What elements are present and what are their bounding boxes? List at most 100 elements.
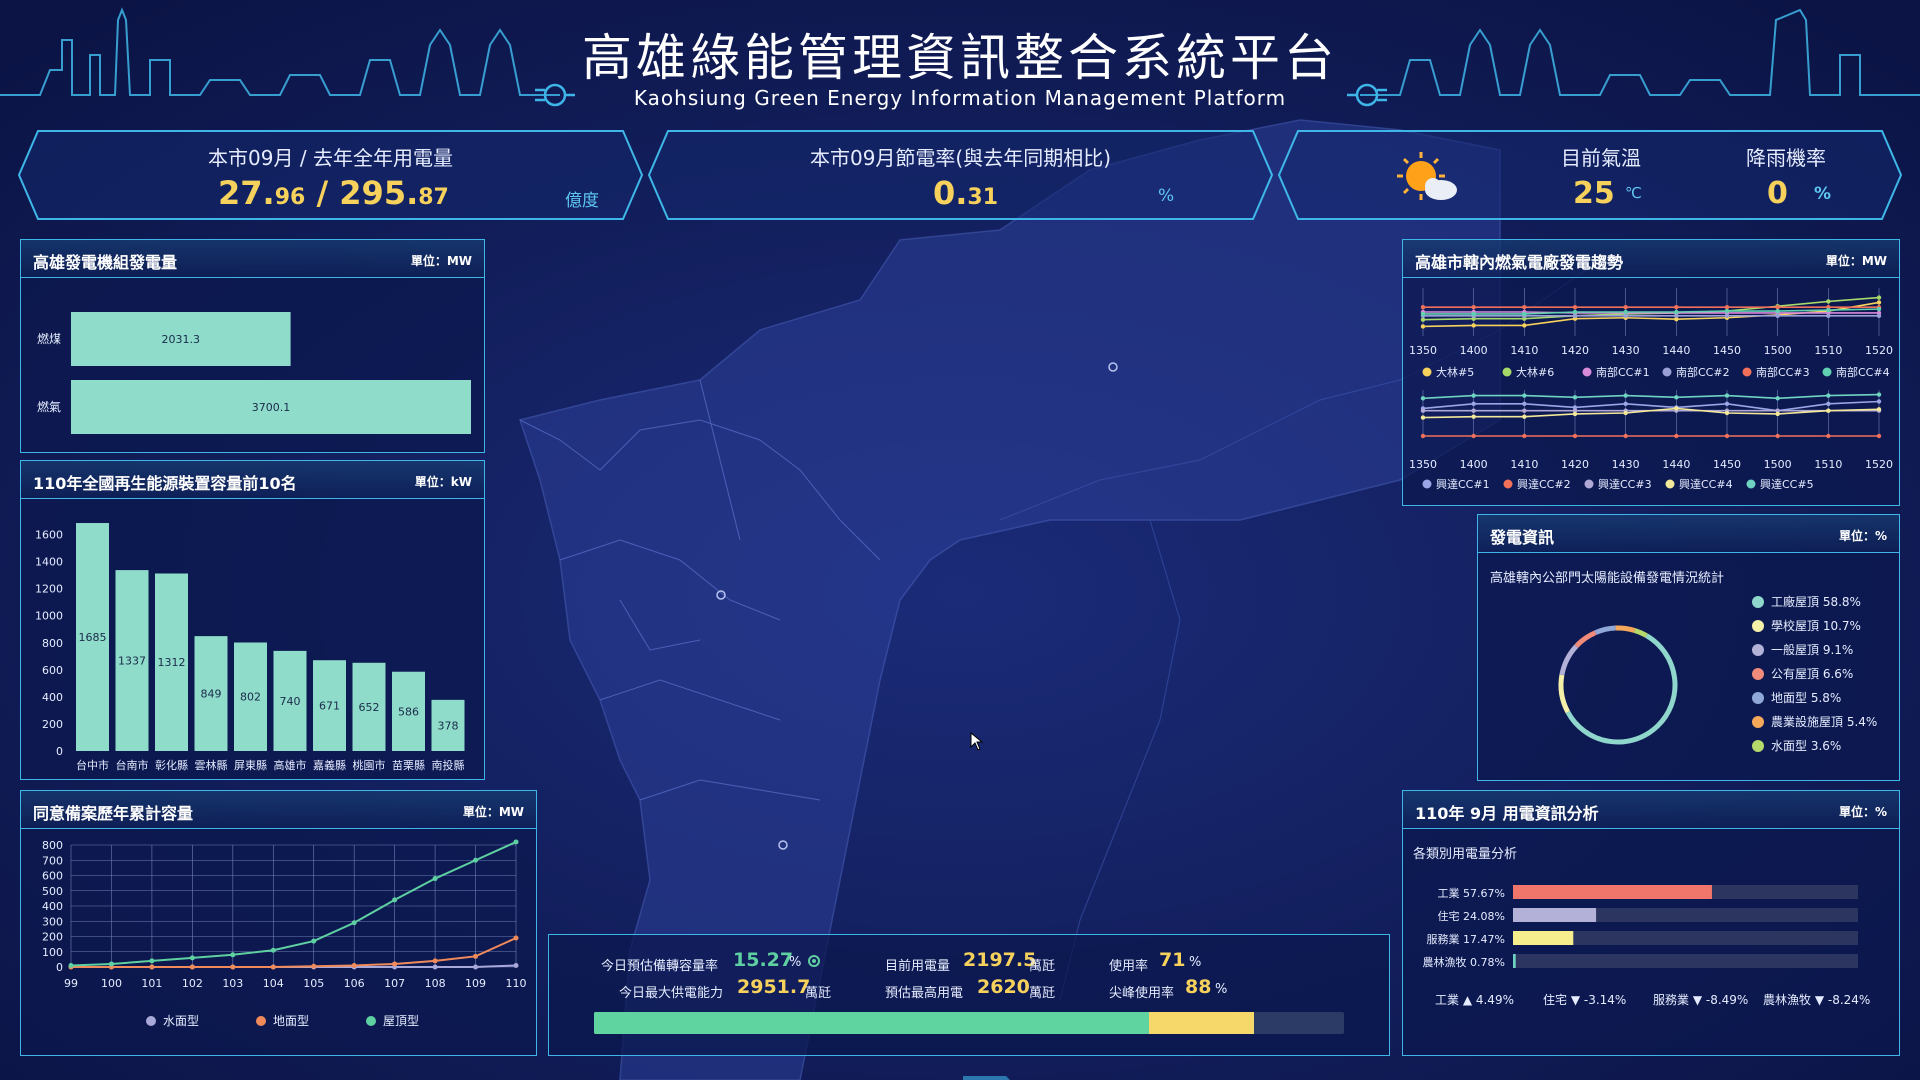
- peak-rate-value: 88: [1185, 976, 1212, 998]
- point: [1522, 323, 1527, 328]
- kpi-weather-card: 目前氣溫 25 ℃ 降雨機率 0 %: [1278, 130, 1902, 220]
- point: [513, 839, 519, 845]
- point: [1876, 300, 1882, 305]
- change-agriculture: 農林漁牧 ▼ -8.24%: [1763, 993, 1871, 1007]
- point: [473, 964, 479, 970]
- point: [1826, 408, 1831, 413]
- legend-label: 興達CC#4: [1679, 478, 1733, 491]
- kpi-saving-card: 本市09月節電率(與去年同期相比) 0.31 %: [648, 130, 1273, 220]
- slash: /: [305, 174, 340, 212]
- x-tick: 1440: [1662, 458, 1690, 471]
- x-tick: 1450: [1713, 458, 1741, 471]
- peak-forecast-label: 預估最高用電: [885, 986, 964, 1001]
- x-tick: 103: [222, 977, 243, 990]
- category-label: 燃氣: [37, 399, 61, 414]
- point: [230, 952, 236, 958]
- kpi-usage-label: 本市09月 / 去年全年用電量: [208, 146, 453, 170]
- point: [1724, 410, 1730, 416]
- point: [1471, 323, 1476, 328]
- temp-value: 25: [1573, 176, 1615, 211]
- legend-marker: [1752, 620, 1764, 632]
- point: [1572, 395, 1578, 400]
- kpi-usage-unit: 億度: [565, 191, 599, 211]
- panel-title: 高雄發電機組發電量: [33, 253, 178, 272]
- y-tick: 600: [42, 664, 63, 677]
- category-label: 桃園市: [353, 758, 386, 772]
- point: [311, 963, 317, 969]
- legend-marker: [1503, 479, 1513, 489]
- legend-marker: [1422, 479, 1432, 489]
- legend-marker: [1752, 644, 1764, 656]
- x-tick: 1450: [1713, 344, 1741, 357]
- point: [1876, 313, 1882, 319]
- x-tick: 1430: [1612, 344, 1640, 357]
- category-label: 苗栗縣: [392, 759, 425, 772]
- legend-marker: [1662, 367, 1672, 377]
- point: [1674, 313, 1679, 319]
- usage-category-chart: 工業 57.67% 住宅 24.08% 服務業 17.47% 農林漁牧 0.78%: [1423, 885, 1858, 969]
- y-tick: 500: [42, 885, 63, 898]
- series-line-3: [1422, 407, 1880, 419]
- legend-marker: [1752, 740, 1764, 752]
- x-tick: 1420: [1561, 458, 1589, 471]
- usage-rate-unit: %: [1189, 955, 1202, 970]
- point: [1775, 411, 1780, 417]
- panel-unit: 單位：kW: [414, 475, 472, 489]
- category-label: 屏東縣: [234, 759, 267, 772]
- kpi-saving-label: 本市09月節電率(與去年同期相比): [809, 146, 1112, 170]
- bar-label: 652: [359, 701, 380, 714]
- slice-4: [1594, 625, 1616, 635]
- legend-marker: [1752, 692, 1764, 704]
- x-tick: 1520: [1865, 344, 1893, 357]
- legend-label: 水面型: [163, 1014, 199, 1028]
- slice-0: [1565, 633, 1678, 745]
- legend-marker: [1752, 596, 1764, 608]
- x-tick: 1420: [1561, 344, 1589, 357]
- x-tick: 1410: [1510, 344, 1538, 357]
- panel-title: 110年 9月 用電資訊分析: [1415, 804, 1599, 823]
- max-supply-label: 今日最大供電能力: [619, 986, 724, 1001]
- max-supply-unit: 萬瓩: [805, 986, 832, 1001]
- generator-output-chart: 2031.3 燃煤 3700.1 燃氣: [37, 312, 471, 434]
- usage-rate-value: 71: [1159, 949, 1186, 971]
- legend-label: 學校屋頂 10.7%: [1771, 618, 1861, 633]
- legend-marker: [1584, 479, 1594, 489]
- point: [149, 958, 155, 964]
- x-tick: 107: [384, 977, 405, 990]
- point: [1775, 396, 1780, 401]
- point: [1826, 299, 1831, 304]
- point: [392, 897, 398, 903]
- point: [1471, 311, 1476, 317]
- panel-title: 高雄市轄內燃氣電廠發電趨勢: [1415, 253, 1624, 272]
- point: [1724, 393, 1730, 398]
- legend-marker: [1742, 367, 1752, 377]
- point: [1775, 308, 1780, 314]
- rain-unit: %: [1814, 184, 1832, 204]
- legend-marker: [1752, 716, 1764, 728]
- series-line-0: [1422, 400, 1880, 412]
- point: [270, 964, 276, 970]
- panel-header: 發電資訊 單位：%: [1478, 515, 1899, 553]
- y-tick: 700: [42, 854, 63, 867]
- peak-forecast-unit: 萬瓩: [1029, 986, 1056, 1001]
- y-tick: 1000: [35, 610, 63, 623]
- panel-title: 同意備案歷年累計容量: [33, 804, 194, 823]
- legend-marker: [1665, 479, 1675, 489]
- point: [1826, 307, 1831, 313]
- point: [1522, 414, 1527, 419]
- current-usage-label: 目前用電量: [885, 959, 951, 974]
- approved-capacity-panel: 同意備案歷年累計容量 單位：MW 0 100 200 300 400 500 600 700 80…: [20, 790, 537, 1056]
- point: [1420, 324, 1426, 329]
- bar-label: 802: [240, 691, 261, 704]
- point: [1623, 393, 1628, 398]
- bar-label: 1337: [118, 655, 146, 668]
- panel-unit: 單位：MW: [410, 254, 472, 268]
- status-dot-icon: [808, 955, 820, 967]
- legend-marker: [366, 1016, 376, 1026]
- kpi-saving-value: 0.31: [933, 174, 998, 212]
- category-label: 服務業 17.47%: [1427, 932, 1505, 946]
- y-tick: 0: [56, 745, 63, 758]
- x-tick: 1400: [1460, 458, 1488, 471]
- legend-label: 水面型 3.6%: [1771, 739, 1841, 753]
- point: [1876, 399, 1882, 404]
